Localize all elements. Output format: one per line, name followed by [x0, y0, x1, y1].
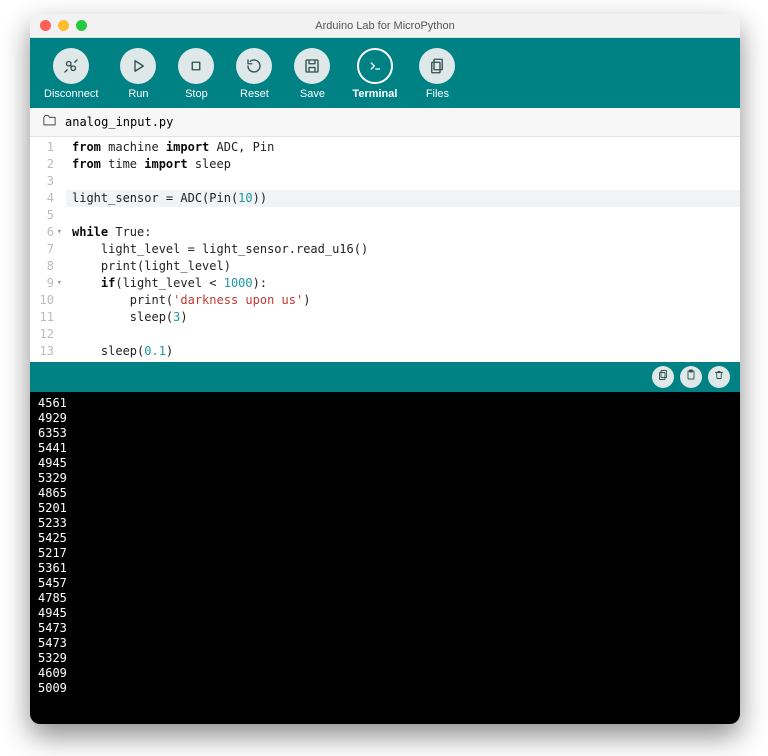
maximize-window-button[interactable]: [76, 20, 87, 31]
terminal-line: 4929: [38, 411, 732, 426]
toolbar-label: Reset: [240, 88, 269, 100]
code-line[interactable]: print(light_level): [66, 258, 740, 275]
code-line[interactable]: light_level = light_sensor.read_u16(): [66, 241, 740, 258]
code-line[interactable]: sleep(3): [66, 309, 740, 326]
reset-button[interactable]: Reset: [236, 48, 272, 100]
terminal-line: 4609: [38, 666, 732, 681]
terminal-line: 4785: [38, 591, 732, 606]
close-window-button[interactable]: [40, 20, 51, 31]
terminal-line: 5473: [38, 636, 732, 651]
run-button[interactable]: Run: [120, 48, 156, 100]
terminal-line: 5329: [38, 471, 732, 486]
files-icon: [419, 48, 455, 84]
toolbar-label: Run: [128, 88, 148, 100]
trash-icon: [713, 368, 725, 386]
toolbar-label: Save: [300, 88, 325, 100]
line-number: 5: [32, 207, 60, 224]
line-number: 7: [32, 241, 60, 258]
code-line[interactable]: from time import sleep: [66, 156, 740, 173]
line-number: 4: [32, 190, 60, 207]
paste-button[interactable]: [680, 366, 702, 388]
reset-icon: [236, 48, 272, 84]
terminal-line: 6353: [38, 426, 732, 441]
code-line[interactable]: light_sensor = ADC(Pin(10)): [66, 190, 740, 207]
clipboard-icon: [685, 368, 697, 386]
terminal-line: 5009: [38, 681, 732, 696]
stop-button[interactable]: Stop: [178, 48, 214, 100]
toolbar-label: Disconnect: [44, 88, 98, 100]
code-line[interactable]: sleep(0.1): [66, 343, 740, 360]
app-window: Arduino Lab for MicroPython Disconnect Ru…: [30, 14, 740, 724]
terminal-line: 5425: [38, 531, 732, 546]
line-number: 6: [32, 224, 60, 241]
code-line[interactable]: [66, 326, 740, 343]
file-bar: analog_input.py: [30, 108, 740, 137]
stop-icon: [178, 48, 214, 84]
code-line[interactable]: while True:: [66, 224, 740, 241]
line-number: 8: [32, 258, 60, 275]
files-button[interactable]: Files: [419, 48, 455, 100]
line-number: 1: [32, 139, 60, 156]
terminal-line: 5233: [38, 516, 732, 531]
save-button[interactable]: Save: [294, 48, 330, 100]
terminal-line: 4865: [38, 486, 732, 501]
terminal-line: 4945: [38, 606, 732, 621]
copy-button[interactable]: [652, 366, 674, 388]
line-number: 9: [32, 275, 60, 292]
toolbar-label: Terminal: [352, 88, 397, 100]
terminal-icon: [357, 48, 393, 84]
terminal-line: 4945: [38, 456, 732, 471]
traffic-lights: [30, 20, 87, 31]
toolbar-label: Files: [426, 88, 449, 100]
terminal-line: 5441: [38, 441, 732, 456]
terminal-line: 5457: [38, 576, 732, 591]
line-number: 11: [32, 309, 60, 326]
file-name: analog_input.py: [65, 115, 173, 129]
terminal-line: 5361: [38, 561, 732, 576]
toolbar-label: Stop: [185, 88, 208, 100]
play-icon: [120, 48, 156, 84]
window-title: Arduino Lab for MicroPython: [30, 20, 740, 32]
line-number: 12: [32, 326, 60, 343]
line-number: 10: [32, 292, 60, 309]
copy-icon: [657, 368, 669, 386]
terminal-line: 5217: [38, 546, 732, 561]
code-line[interactable]: if(light_level < 1000):: [66, 275, 740, 292]
terminal-button[interactable]: Terminal: [352, 48, 397, 100]
code-line[interactable]: [66, 207, 740, 224]
terminal-output[interactable]: 4561492963535441494553294865520152335425…: [30, 392, 740, 724]
clear-button[interactable]: [708, 366, 730, 388]
code-line[interactable]: from machine import ADC, Pin: [66, 139, 740, 156]
code-line[interactable]: print('darkness upon us'): [66, 292, 740, 309]
main-toolbar: Disconnect Run Stop Reset Save Terminal Files: [30, 38, 740, 108]
folder-icon: [42, 113, 57, 131]
terminal-line: 5329: [38, 651, 732, 666]
line-number: 2: [32, 156, 60, 173]
save-icon: [294, 48, 330, 84]
line-number: 3: [32, 173, 60, 190]
plug-icon: [53, 48, 89, 84]
titlebar: Arduino Lab for MicroPython: [30, 14, 740, 38]
terminal-line: 5473: [38, 621, 732, 636]
disconnect-button[interactable]: Disconnect: [44, 48, 98, 100]
code-line[interactable]: [66, 173, 740, 190]
code-editor[interactable]: 12345678910111213 from machine import AD…: [30, 137, 740, 362]
terminal-line: 4561: [38, 396, 732, 411]
minimize-window-button[interactable]: [58, 20, 69, 31]
line-number: 13: [32, 343, 60, 360]
line-number-gutter: 12345678910111213: [30, 137, 66, 362]
code-area[interactable]: from machine import ADC, Pinfrom time im…: [66, 137, 740, 362]
terminal-toolbar: [30, 362, 740, 392]
terminal-line: 5201: [38, 501, 732, 516]
